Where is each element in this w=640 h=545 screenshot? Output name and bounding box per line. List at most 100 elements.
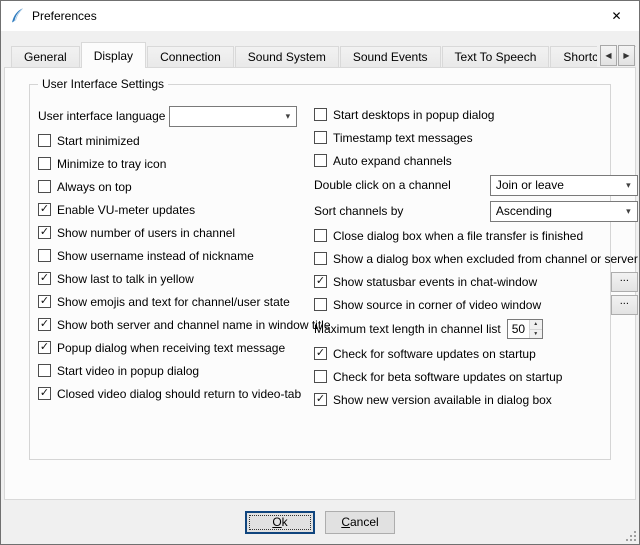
check-filetransfer-close[interactable]: Close dialog box when a file transfer is… [314,224,638,247]
dialog-footer: Ok Cancel [1,500,639,544]
check-video-return-tab[interactable]: ✓ Closed video dialog should return to v… [38,382,306,405]
checkbox-box[interactable]: ✓ [314,393,327,406]
checkbox-label: Start desktops in popup dialog [333,108,494,122]
max-text-length-row: Maximum text length in channel list 50 ▲… [314,316,638,342]
tab-scroll-left-icon[interactable]: ◀ [600,45,617,66]
checkbox-label: Close dialog box when a file transfer is… [333,229,583,243]
language-label: User interface language [38,109,165,123]
ok-button[interactable]: Ok [245,511,315,534]
tab-scroll-control: ◀ ▶ [597,45,635,67]
checkbox-box[interactable]: ✓ [38,272,51,285]
language-row: User interface language ▾ [38,103,306,129]
close-button[interactable]: ✕ [594,1,639,31]
check-minimize-tray[interactable]: Minimize to tray icon [38,152,306,175]
checkbox-label: Show statusbar events in chat-window [333,275,537,289]
sort-channels-label: Sort channels by [314,204,403,218]
checkbox-label: Show new version available in dialog box [333,393,552,407]
combo-value: Join or leave [496,178,564,192]
checkbox-label: Show a dialog box when excluded from cha… [333,252,638,266]
check-emojis-text-state[interactable]: ✓ Show emojis and text for channel/user … [38,290,306,313]
checkbox-label: Closed video dialog should return to vid… [57,387,301,401]
tab-sound-system[interactable]: Sound System [235,46,339,67]
statusbar-events-config-button[interactable]: ... [611,272,638,292]
checkbox-label: Start video in popup dialog [57,364,199,378]
tab-connection[interactable]: Connection [147,46,234,67]
checkbox-box[interactable]: ✓ [38,318,51,331]
combo-value: Ascending [496,204,552,218]
language-combobox[interactable]: ▾ [169,106,297,127]
check-video-popup-dialog[interactable]: Start video in popup dialog [38,359,306,382]
check-username-instead-nickname[interactable]: Show username instead of nickname [38,244,306,267]
checkbox-box[interactable] [314,252,327,265]
checkbox-box[interactable] [314,108,327,121]
checkbox-label: Check for software updates on startup [333,347,536,361]
checkbox-box[interactable] [38,364,51,377]
checkbox-label: Timestamp text messages [333,131,473,145]
tab-display[interactable]: Display [81,42,146,68]
window-title: Preferences [32,9,97,23]
resize-grip-icon[interactable] [624,529,637,542]
checkbox-box[interactable] [38,157,51,170]
check-always-on-top[interactable]: Always on top [38,175,306,198]
spinner-down-icon[interactable]: ▼ [529,330,542,339]
check-start-minimized[interactable]: Start minimized [38,129,306,152]
check-excluded-dialog[interactable]: Show a dialog box when excluded from cha… [314,247,638,270]
tab-scroll-right-icon[interactable]: ▶ [618,45,635,66]
checkbox-box[interactable] [314,229,327,242]
checkbox-box[interactable]: ✓ [38,226,51,239]
checkbox-box[interactable]: ✓ [314,347,327,360]
checkbox-label: Show username instead of nickname [57,249,254,263]
check-last-talk-yellow[interactable]: ✓ Show last to talk in yellow [38,267,306,290]
chevron-down-icon: ▾ [620,180,637,191]
checkbox-box[interactable] [314,298,327,311]
checkbox-box[interactable] [38,134,51,147]
checkbox-box[interactable]: ✓ [38,203,51,216]
checkbox-box[interactable]: ✓ [38,295,51,308]
check-desktops-popup[interactable]: Start desktops in popup dialog [314,103,638,126]
checkbox-label: Show both server and channel name in win… [57,318,331,332]
checkbox-box[interactable] [314,154,327,167]
checkbox-box[interactable]: ✓ [38,387,51,400]
checkbox-box[interactable]: ✓ [314,275,327,288]
checkbox-box[interactable] [38,180,51,193]
title-bar[interactable]: Preferences ✕ [1,1,639,31]
check-vu-meter-updates[interactable]: ✓ Enable VU-meter updates [38,198,306,221]
max-text-length-spinner[interactable]: 50 ▲ ▼ [507,319,543,339]
checkbox-label: Check for beta software updates on start… [333,370,562,384]
sort-channels-row: Sort channels by Ascending ▾ [314,198,638,224]
tab-general[interactable]: General [11,46,80,67]
cancel-button[interactable]: Cancel [325,511,395,534]
group-title: User Interface Settings [38,77,168,91]
check-popup-text-message[interactable]: ✓ Popup dialog when receiving text messa… [38,336,306,359]
spinner-value: 50 [508,322,529,336]
checkbox-box[interactable] [314,370,327,383]
chevron-down-icon: ▾ [620,206,637,217]
video-source-row: Show source in corner of video window ..… [314,293,638,316]
checkbox-label: Show source in corner of video window [333,298,541,312]
checkbox-box[interactable] [314,131,327,144]
double-click-combobox[interactable]: Join or leave ▾ [490,175,638,196]
check-updates-startup[interactable]: ✓ Check for software updates on startup [314,342,638,365]
check-beta-updates-startup[interactable]: Check for beta software updates on start… [314,365,638,388]
tab-text-to-speech[interactable]: Text To Speech [442,46,550,67]
left-column: User interface language ▾ Start minimize… [38,103,306,411]
video-source-config-button[interactable]: ... [611,295,638,315]
check-new-version-dialog[interactable]: ✓ Show new version available in dialog b… [314,388,638,411]
statusbar-events-row: ✓ Show statusbar events in chat-window .… [314,270,638,293]
tab-list: General Display Connection Sound System … [11,41,636,68]
checkbox-label: Enable VU-meter updates [57,203,195,217]
tab-sound-events[interactable]: Sound Events [340,46,441,67]
check-auto-expand-channels[interactable]: Auto expand channels [314,149,638,172]
check-user-count-in-channel[interactable]: ✓ Show number of users in channel [38,221,306,244]
sort-channels-combobox[interactable]: Ascending ▾ [490,201,638,222]
checkbox-box[interactable] [38,249,51,262]
right-column: Start desktops in popup dialog Timestamp… [314,103,638,411]
checkbox-box[interactable]: ✓ [38,341,51,354]
check-server-channel-window-title[interactable]: ✓ Show both server and channel name in w… [38,313,306,336]
checkbox-label: Show number of users in channel [57,226,235,240]
spinner-up-icon[interactable]: ▲ [529,320,542,330]
checkbox-label: Minimize to tray icon [57,157,166,171]
checkbox-label: Show emojis and text for channel/user st… [57,295,290,309]
chevron-down-icon: ▾ [279,111,296,122]
check-timestamp-messages[interactable]: Timestamp text messages [314,126,638,149]
